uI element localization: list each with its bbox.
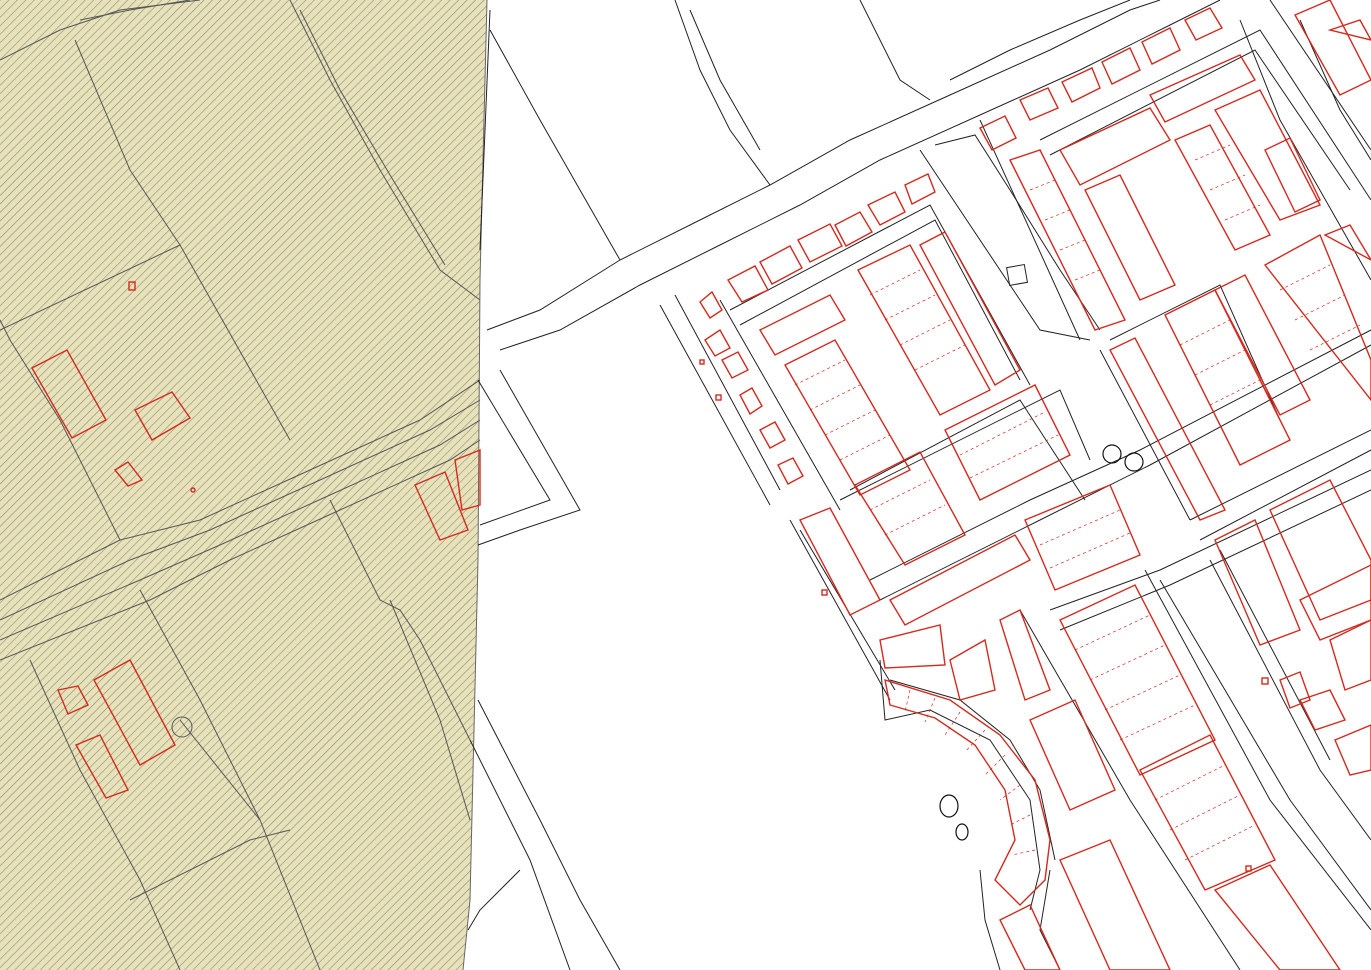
street-blocks-east <box>659 0 1371 970</box>
zoning-area <box>0 0 488 970</box>
buildings-east <box>699 0 1371 970</box>
cadastral-map[interactable] <box>0 0 1371 970</box>
main-road <box>467 0 1221 970</box>
trees <box>939 444 1144 841</box>
